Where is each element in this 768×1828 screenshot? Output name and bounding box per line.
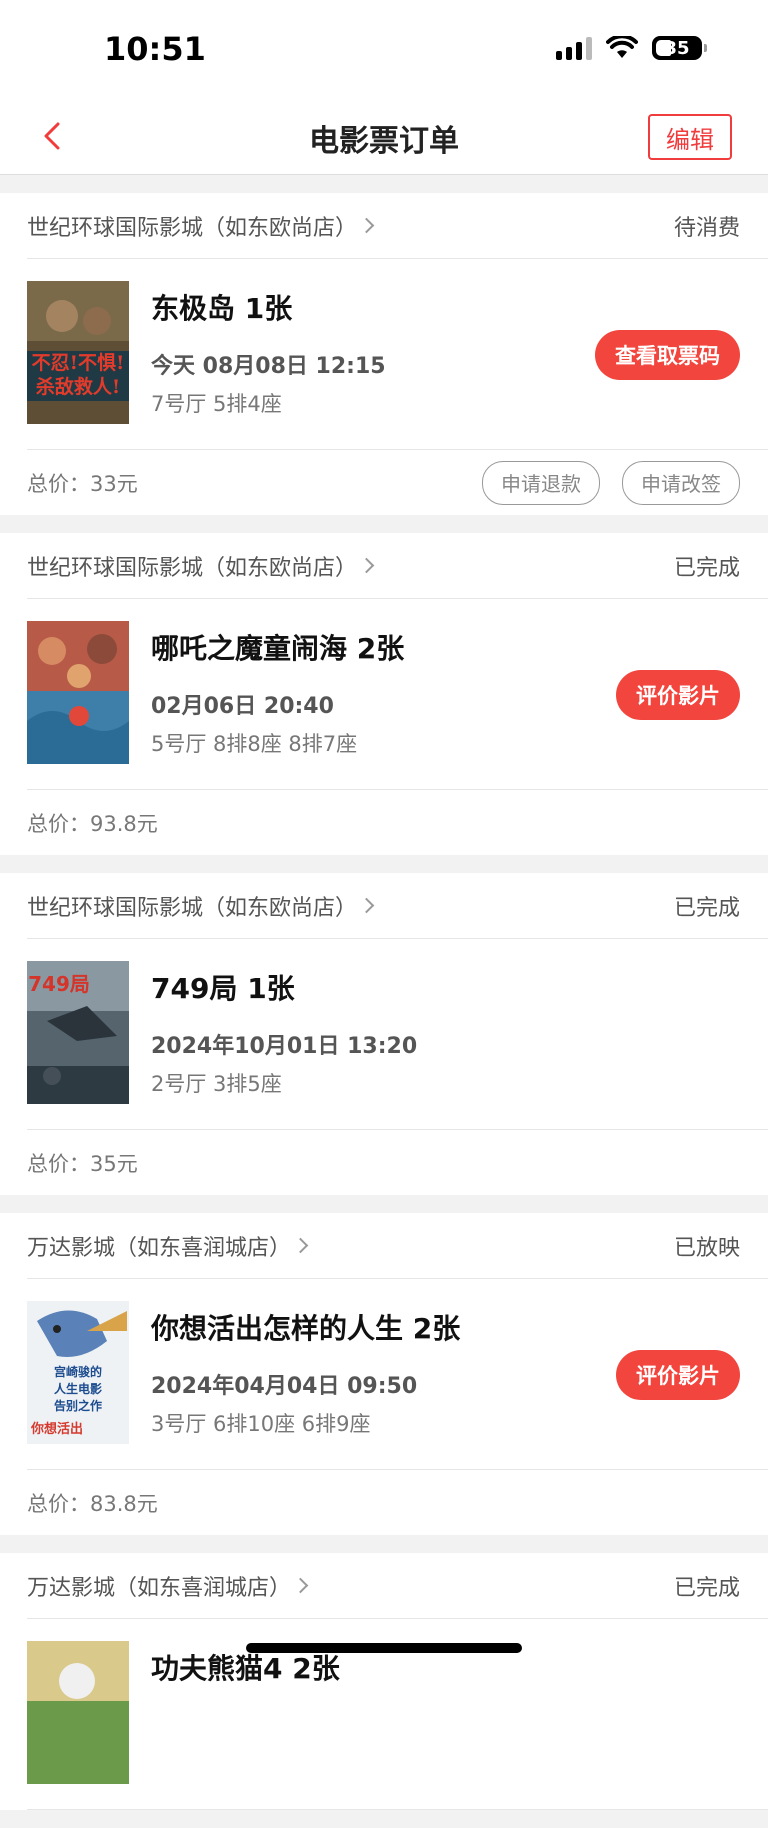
battery-level: 35: [664, 37, 690, 59]
order-card[interactable]: 万达影城（如东喜润城店） 已完成 功夫熊猫4 2张: [0, 1553, 768, 1810]
movie-poster[interactable]: 宫崎骏的 人生电影 告别之作 你想活出: [27, 1301, 129, 1444]
total-price: 总价：33元: [27, 471, 138, 496]
chevron-right-icon: [292, 1237, 309, 1254]
chevron-right-icon: [358, 897, 375, 914]
cinema-link[interactable]: 世纪环球国际影城（如东欧尚店）: [27, 210, 375, 242]
svg-text:你想活出: 你想活出: [30, 1421, 83, 1437]
card-header: 万达影城（如东喜润城店） 已放映: [27, 1213, 768, 1279]
refund-button[interactable]: 申请退款: [482, 460, 600, 505]
cinema-name: 世纪环球国际影城（如东欧尚店）: [27, 555, 358, 581]
svg-text:人生电影: 人生电影: [54, 1381, 102, 1396]
seat-info: 3号厅 6排10座 6排9座: [151, 1412, 371, 1436]
movie-poster[interactable]: 不忍!不惧! 杀敌救人!: [27, 281, 129, 424]
movie-title: 你想活出怎样的人生 2张: [151, 1312, 461, 1345]
svg-text:杀敌救人!: 杀敌救人!: [36, 375, 120, 398]
svg-text:宫崎骏的: 宫崎骏的: [54, 1364, 102, 1379]
status-bar: 10:51 35: [0, 0, 768, 100]
edit-button[interactable]: 编辑: [648, 114, 732, 160]
order-status: 已放映: [673, 1235, 740, 1261]
chevron-right-icon: [358, 557, 375, 574]
cinema-name: 世纪环球国际影城（如东欧尚店）: [27, 895, 358, 921]
card-header: 世纪环球国际影城（如东欧尚店） 已完成: [27, 873, 768, 939]
chevron-right-icon: [358, 217, 375, 234]
order-card[interactable]: 万达影城（如东喜润城店） 已放映 宫崎骏的 人生电影 告别之作 你想活出 你想活…: [0, 1213, 768, 1535]
svg-text:749局: 749局: [28, 972, 90, 996]
order-card[interactable]: 世纪环球国际影城（如东欧尚店） 已完成 749局 749局 1张 2024年10…: [0, 873, 768, 1195]
total-price: 总价：35元: [27, 1151, 138, 1176]
card-body[interactable]: 不忍!不惧! 杀敌救人! 东极岛 1张 今天 08月08日 12:15 7号厅 …: [27, 259, 768, 450]
show-time: 2024年04月04日 09:50: [151, 1374, 418, 1399]
review-movie-button[interactable]: 评价影片: [616, 1350, 740, 1400]
card-header: 世纪环球国际影城（如东欧尚店） 待消费: [27, 193, 768, 259]
status-icons: 35: [556, 36, 707, 60]
card-header: 万达影城（如东喜润城店） 已完成: [27, 1553, 768, 1619]
order-card[interactable]: 世纪环球国际影城（如东欧尚店） 已完成 哪吒之魔童闹海 2张 02月06日 20…: [0, 533, 768, 855]
cinema-name: 万达影城（如东喜润城店）: [27, 1575, 292, 1601]
total-price: 总价：93.8元: [27, 811, 158, 836]
cinema-link[interactable]: 世纪环球国际影城（如东欧尚店）: [27, 550, 375, 582]
movie-poster[interactable]: 749局: [27, 961, 129, 1104]
cinema-link[interactable]: 万达影城（如东喜润城店）: [27, 1570, 309, 1602]
show-time: 今天 08月08日 12:15: [151, 354, 386, 379]
card-body[interactable]: 宫崎骏的 人生电影 告别之作 你想活出 你想活出怎样的人生 2张 2024年04…: [27, 1279, 768, 1470]
cinema-name: 万达影城（如东喜润城店）: [27, 1235, 292, 1261]
review-movie-button[interactable]: 评价影片: [616, 670, 740, 720]
seat-info: 2号厅 3排5座: [151, 1072, 282, 1096]
order-status: 待消费: [673, 215, 740, 241]
battery-icon: 35: [652, 36, 707, 60]
movie-poster[interactable]: [27, 1641, 129, 1784]
nav-bar: 电影票订单 编辑: [0, 100, 768, 175]
movie-poster[interactable]: [27, 621, 129, 764]
card-header: 世纪环球国际影城（如东欧尚店） 已完成: [27, 533, 768, 599]
wifi-icon: [606, 36, 638, 58]
seat-info: 5号厅 8排8座 8排7座: [151, 732, 358, 756]
card-footer: 总价：93.8元: [27, 790, 768, 855]
order-status: 已完成: [673, 555, 740, 581]
seat-info: 7号厅 5排4座: [151, 392, 282, 416]
cellular-signal-icon: [556, 36, 592, 60]
show-time: 02月06日 20:40: [151, 694, 334, 719]
card-footer: 总价：33元 申请退款 申请改签: [27, 450, 768, 515]
status-time: 10:51: [104, 30, 206, 68]
home-indicator: [246, 1643, 522, 1653]
cinema-link[interactable]: 世纪环球国际影城（如东欧尚店）: [27, 890, 375, 922]
footer-buttons: 申请退款 申请改签: [482, 460, 740, 505]
show-time: 2024年10月01日 13:20: [151, 1034, 418, 1059]
card-footer: 总价：35元: [27, 1130, 768, 1195]
movie-title: 哪吒之魔童闹海 2张: [151, 632, 405, 665]
svg-text:不忍!不惧!: 不忍!不惧!: [32, 352, 125, 374]
card-body[interactable]: 749局 749局 1张 2024年10月01日 13:20 2号厅 3排5座: [27, 939, 768, 1130]
order-card[interactable]: 世纪环球国际影城（如东欧尚店） 待消费 不忍!不惧! 杀敌救人! 东极岛 1张 …: [0, 193, 768, 515]
cinema-name: 世纪环球国际影城（如东欧尚店）: [27, 215, 358, 241]
change-ticket-button[interactable]: 申请改签: [622, 460, 740, 505]
movie-title: 749局 1张: [151, 972, 295, 1005]
view-ticket-code-button[interactable]: 查看取票码: [595, 330, 740, 380]
chevron-right-icon: [292, 1577, 309, 1594]
cinema-link[interactable]: 万达影城（如东喜润城店）: [27, 1230, 309, 1262]
movie-title: 功夫熊猫4 2张: [151, 1652, 340, 1685]
total-price: 总价：83.8元: [27, 1491, 158, 1516]
movie-title: 东极岛 1张: [151, 292, 293, 325]
svg-text:告别之作: 告别之作: [54, 1398, 102, 1413]
order-status: 已完成: [673, 1575, 740, 1601]
order-list: 世纪环球国际影城（如东欧尚店） 待消费 不忍!不惧! 杀敌救人! 东极岛 1张 …: [0, 193, 768, 1828]
card-body[interactable]: 哪吒之魔童闹海 2张 02月06日 20:40 5号厅 8排8座 8排7座 评价…: [27, 599, 768, 790]
order-status: 已完成: [673, 895, 740, 921]
card-footer: 总价：83.8元: [27, 1470, 768, 1535]
